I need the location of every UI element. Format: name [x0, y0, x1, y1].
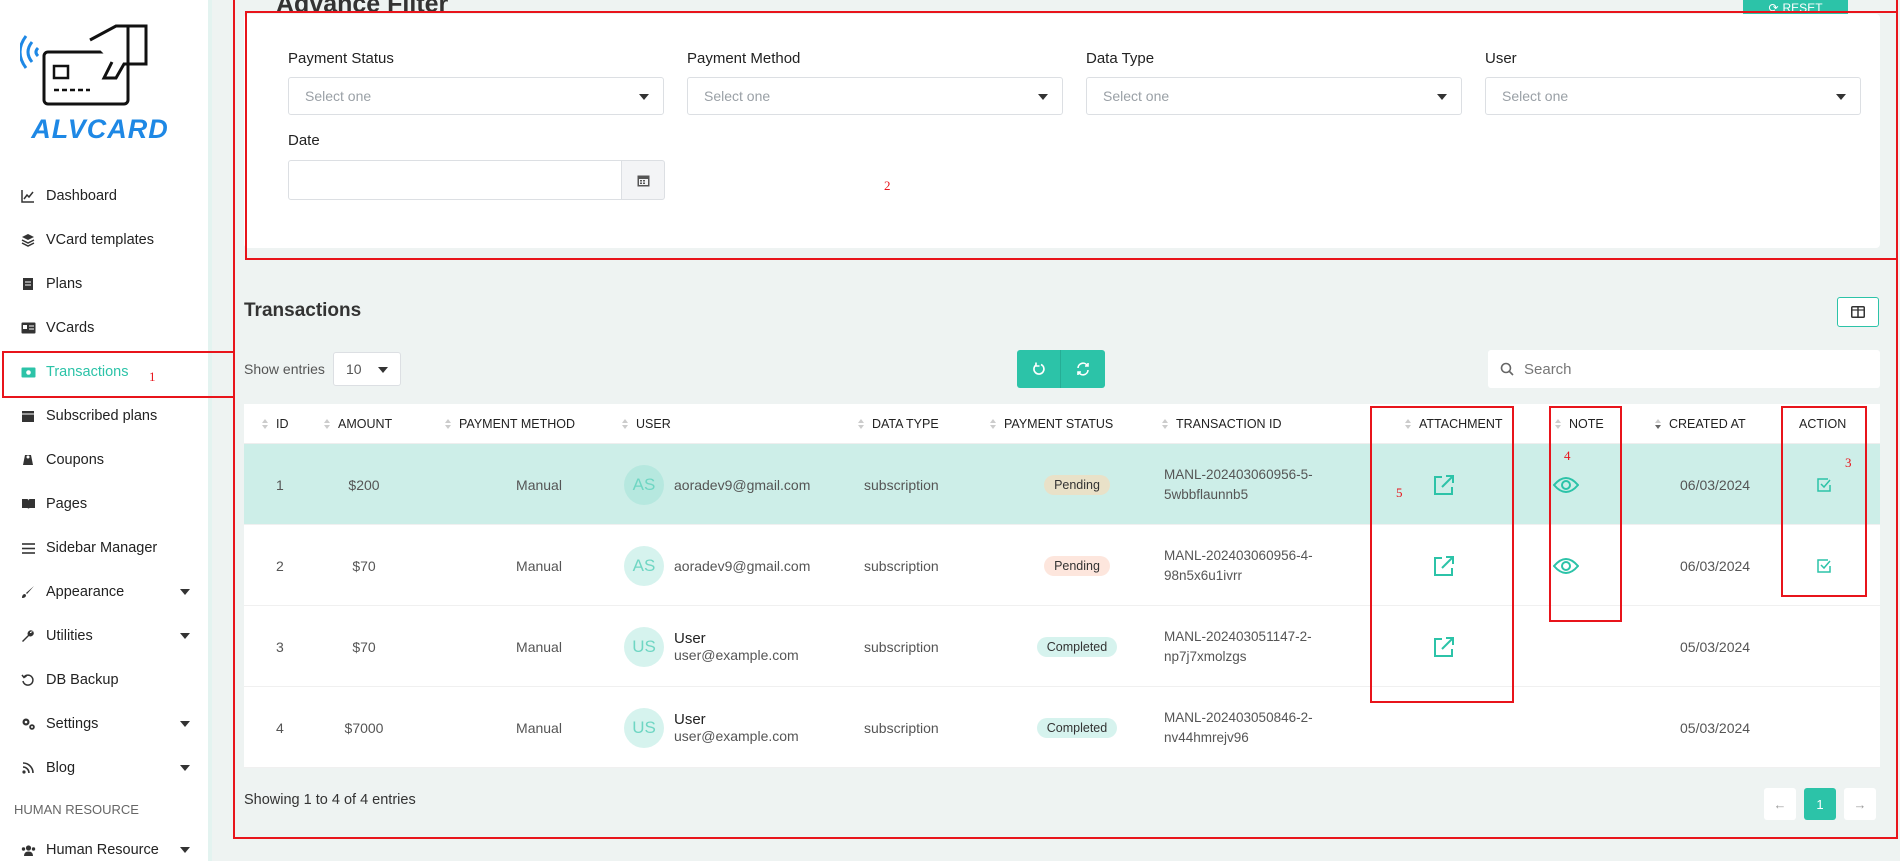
sidebar-item-sidebar-manager[interactable]: Sidebar Manager: [0, 526, 212, 570]
sidebar-item-blog[interactable]: Blog: [0, 746, 212, 790]
menu-icon: [20, 540, 36, 556]
annotation-number: 1: [149, 369, 156, 384]
sidebar-item-pages[interactable]: Pages: [0, 482, 212, 526]
sidebar-item-label: Pages: [46, 496, 88, 512]
chevron-down-icon: [180, 721, 190, 727]
blog-icon: [20, 760, 36, 776]
chevron-down-icon: [180, 847, 190, 853]
chevron-down-icon: [180, 589, 190, 595]
credit-card-hand-icon: [18, 24, 148, 106]
sidebar-item-label: Appearance: [46, 584, 125, 600]
sidebar-item-vcard-templates[interactable]: VCard templates: [0, 218, 212, 262]
sidebar-item-label: VCards: [46, 320, 95, 336]
sidebar-item-label: DB Backup: [46, 672, 119, 688]
sidebar-section-heading: HUMAN RESOURCE: [14, 801, 139, 817]
document-icon: [20, 276, 36, 292]
sidebar-item-dashboard[interactable]: Dashboard: [0, 174, 212, 218]
inbox-icon: [20, 408, 36, 424]
layers-icon: [20, 232, 36, 248]
sidebar-item-label: VCard templates: [46, 232, 154, 248]
brand-name: ALVCARD: [31, 114, 169, 144]
brand-logo[interactable]: ALVCARD: [18, 18, 180, 146]
sidebar: ALVCARD Dashboard VCard templates Plans …: [0, 0, 212, 861]
sidebar-item-label: Subscribed plans: [46, 408, 158, 424]
users-icon: [20, 842, 36, 858]
sidebar-item-label: Plans: [46, 276, 83, 292]
sidebar-item-label: Utilities: [46, 628, 93, 644]
book-icon: [20, 496, 36, 512]
wrench-icon: [20, 628, 36, 644]
cogs-icon: [20, 716, 36, 732]
annotation-box: [233, 0, 1898, 839]
sidebar-item-label: Coupons: [46, 452, 105, 468]
sidebar-item-vcards[interactable]: VCards: [0, 306, 212, 350]
chevron-down-icon: [180, 765, 190, 771]
sidebar-item-appearance[interactable]: Appearance: [0, 570, 212, 614]
history-icon: [20, 672, 36, 688]
coupon-icon: [20, 452, 36, 468]
sidebar-item-label: Blog: [46, 760, 76, 776]
sidebar-item-label: Human Resource: [46, 842, 159, 858]
sidebar-item-human-resource[interactable]: Human Resource: [0, 828, 212, 861]
chevron-down-icon: [180, 633, 190, 639]
sidebar-item-label: Dashboard: [46, 188, 117, 204]
sidebar-item-label: Settings: [46, 716, 99, 732]
sidebar-item-settings[interactable]: Settings: [0, 702, 212, 746]
sidebar-item-db-backup[interactable]: DB Backup: [0, 658, 212, 702]
annotation-box: [2, 351, 235, 398]
sidebar-item-plans[interactable]: Plans: [0, 262, 212, 306]
brush-icon: [20, 584, 36, 600]
id-card-icon: [20, 320, 36, 336]
sidebar-nav: Dashboard VCard templates Plans VCards T…: [0, 174, 212, 861]
chart-line-icon: [20, 188, 36, 204]
sidebar-item-subscribed-plans[interactable]: Subscribed plans: [0, 394, 212, 438]
sidebar-item-coupons[interactable]: Coupons: [0, 438, 212, 482]
sidebar-item-label: Sidebar Manager: [46, 540, 158, 556]
sidebar-item-utilities[interactable]: Utilities: [0, 614, 212, 658]
